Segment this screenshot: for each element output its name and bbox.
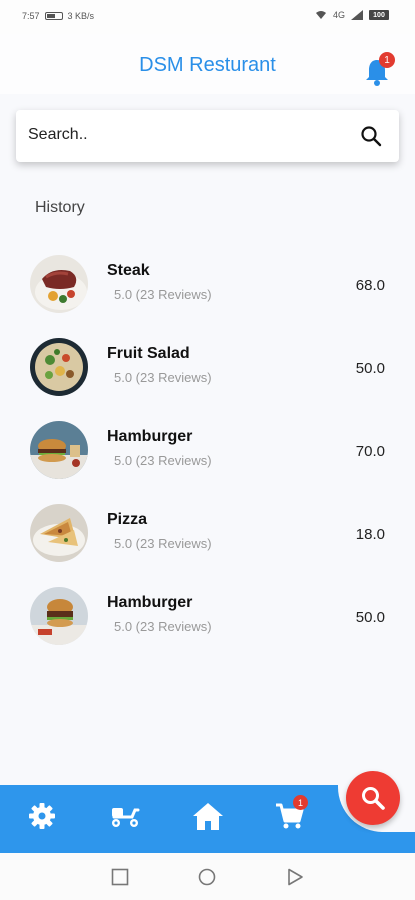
search-fab-button[interactable] [346,771,400,825]
home-button[interactable] [198,868,216,886]
item-price: 50.0 [355,609,385,626]
item-rating: 5.0 (23 Reviews) [114,619,212,634]
burger-photo [30,587,88,645]
settings-button[interactable] [25,799,59,833]
item-name: Hamburger [107,428,193,445]
steak-photo [30,255,88,313]
search-input[interactable]: Search.. [28,126,88,144]
status-right: 4G 100 [315,10,389,20]
search-icon [362,787,385,810]
list-item[interactable]: Fruit Salad 5.0 (23 Reviews) 50.0 [0,338,415,421]
item-price: 50.0 [355,360,385,377]
page-title: DSM Resturant [139,54,276,76]
search-icon[interactable] [359,124,383,148]
list-item[interactable]: Hamburger 5.0 (23 Reviews) 50.0 [0,587,415,670]
recent-apps-button[interactable] [111,868,129,886]
salad-photo [30,338,88,396]
delivery-scooter-icon [112,808,140,827]
settings-icon [29,803,55,829]
list-item[interactable]: Hamburger 5.0 (23 Reviews) 70.0 [0,421,415,504]
system-navigation-bar [0,853,415,900]
signal-icon [351,10,363,20]
status-bar: 7:57 3 KB/s 4G 100 [0,0,415,34]
item-price: 68.0 [355,277,385,294]
wifi-icon [315,11,326,19]
cart-badge: 1 [293,795,308,810]
notification-badge: 1 [379,52,395,68]
item-price: 18.0 [355,526,385,543]
back-button[interactable] [286,868,304,886]
list-item[interactable]: Steak 5.0 (23 Reviews) 68.0 [0,255,415,338]
small-battery-icon [44,12,63,20]
network-label: 4G [332,10,345,20]
burger-photo [30,421,88,479]
home-nav-button[interactable] [191,799,225,833]
battery-icon: 100 [369,10,389,20]
item-rating: 5.0 (23 Reviews) [114,453,212,468]
item-name: Steak [107,262,150,279]
item-price: 70.0 [355,443,385,460]
app-bar: DSM Resturant 1 [0,34,415,94]
status-time: 7:57 [22,11,40,21]
delivery-button[interactable] [108,799,142,833]
item-rating: 5.0 (23 Reviews) [114,370,212,385]
list-item[interactable]: Pizza 5.0 (23 Reviews) 18.0 [0,504,415,587]
item-name: Pizza [107,511,148,528]
item-name: Fruit Salad [107,345,190,362]
status-speed: 3 KB/s [67,11,95,21]
pizza-photo [30,504,88,562]
item-rating: 5.0 (23 Reviews) [114,536,212,551]
cart-button[interactable]: 1 [272,795,308,833]
status-left: 7:57 3 KB/s [22,11,94,21]
item-rating: 5.0 (23 Reviews) [114,287,212,302]
search-bar[interactable]: Search.. [16,110,399,162]
home-icon [193,803,223,830]
notification-button[interactable]: 1 [363,52,395,86]
item-name: Hamburger [107,594,193,611]
history-title: History [35,199,85,216]
